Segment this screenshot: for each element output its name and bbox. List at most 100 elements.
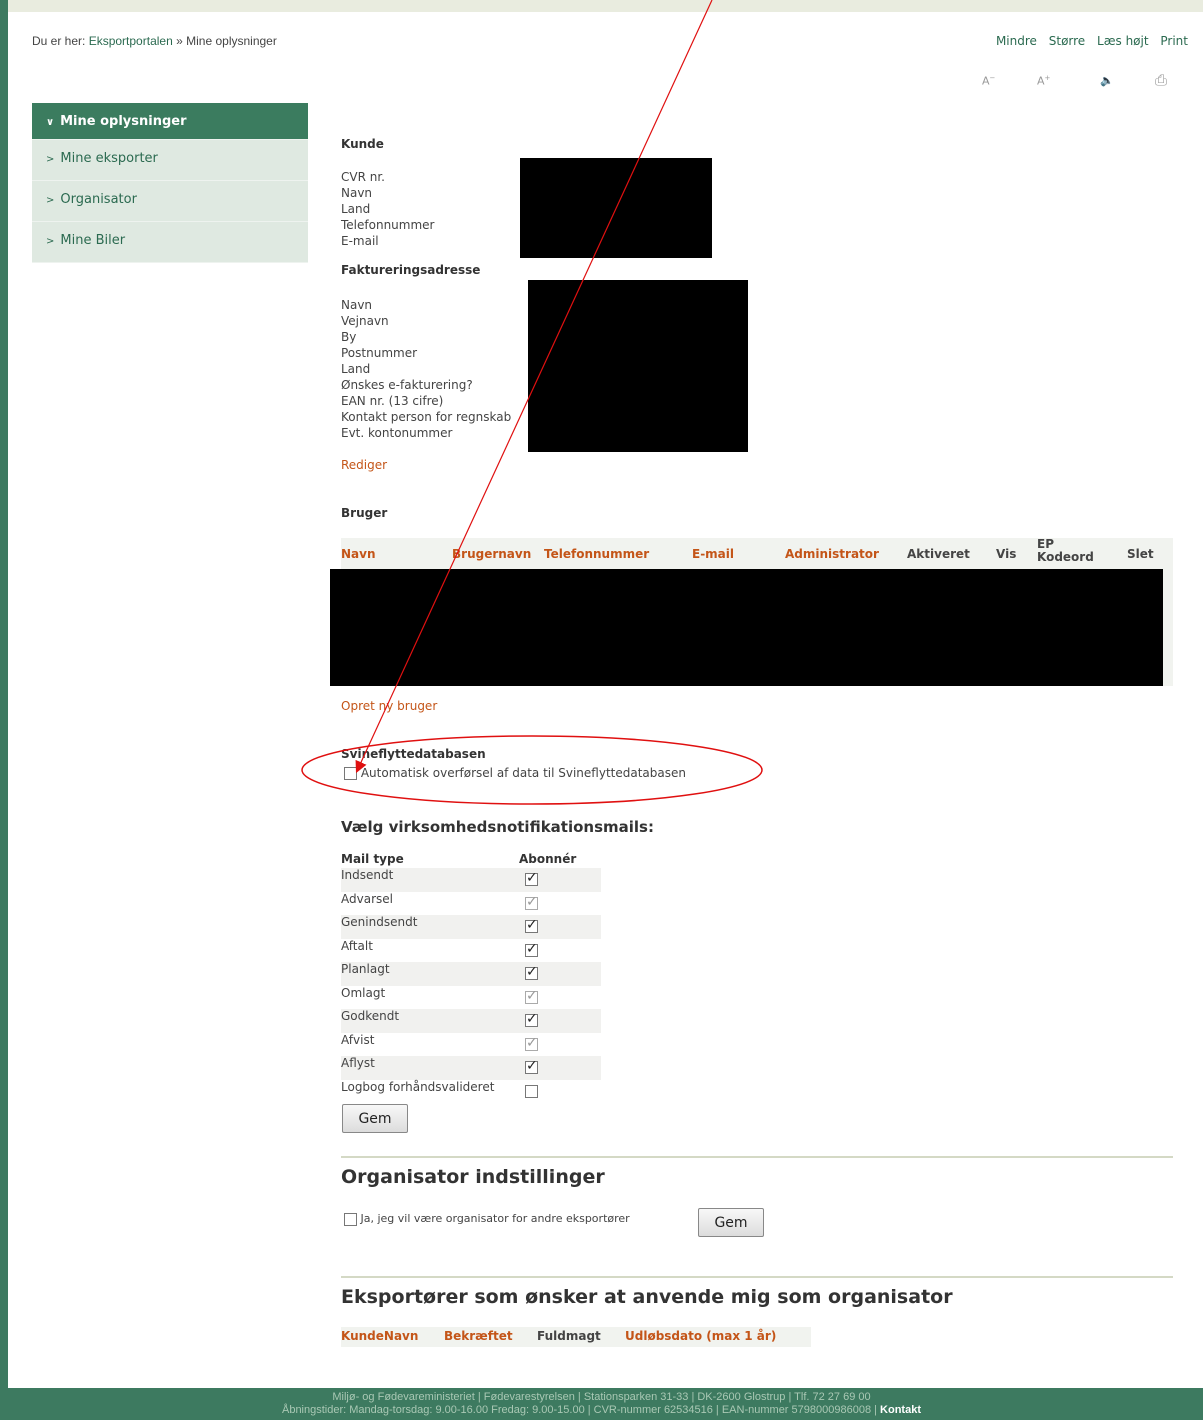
col-header-mail-type: Mail type [341, 852, 404, 866]
mail-row: Godkendt [341, 1009, 601, 1033]
col-header-ep-kodeord: EP Kodeord [1037, 538, 1094, 564]
sidebar-item-organisator[interactable]: > Organisator [32, 181, 308, 222]
sidebar-item-label: Organisator [60, 192, 137, 207]
text-larger-icon[interactable]: A+ [1037, 74, 1050, 88]
subscribe-checkbox[interactable] [525, 964, 538, 980]
col-header-aktiveret: Aktiveret [907, 547, 970, 561]
print-link[interactable]: Print [1160, 34, 1188, 48]
field-label: Land [341, 362, 371, 376]
mail-row: Afvist [341, 1033, 601, 1057]
subscribe-checkbox [525, 988, 538, 1004]
top-band [8, 0, 1203, 12]
mail-type-label: Logbog forhåndsvalideret [341, 1079, 495, 1094]
chevron-down-icon: ∨ [46, 117, 55, 128]
footer-line1: Miljø- og Fødevareministeriet | Fødevare… [332, 1391, 871, 1403]
organisator-option: Ja, jeg vil være organisator for andre e… [344, 1212, 630, 1226]
mail-type-label: Advarsel [341, 891, 393, 906]
svine-checkbox-label: Automatisk overførsel af data til Svinef… [360, 766, 686, 780]
svine-checkbox[interactable] [344, 767, 357, 780]
col-header-abonner: Abonnér [519, 852, 577, 866]
eksportorer-table-header: KundeNavn Bekræftet Fuldmagt Udløbsdato … [341, 1327, 811, 1347]
col-header-bekraeftet[interactable]: Bekræftet [444, 1329, 513, 1343]
sidebar-item-label: Mine Biler [60, 233, 126, 248]
mail-type-label: Omlagt [341, 985, 386, 1000]
mail-type-label: Aflyst [341, 1056, 375, 1070]
text-smaller-icon[interactable]: A− [982, 74, 995, 88]
svine-option: Automatisk overførsel af data til Svinef… [344, 766, 686, 780]
breadcrumb: Du er her: Eksportportalen » Mine oplysn… [32, 34, 277, 48]
sidebar-item-mine-eksporter[interactable]: > Mine eksporter [32, 140, 308, 181]
text-larger-link[interactable]: Større [1049, 34, 1085, 48]
sidebar-nav: ∨ Mine oplysninger > Mine eksporter > Organ… [32, 103, 308, 263]
mail-row: Genindsendt [341, 915, 601, 939]
rediger-link[interactable]: Rediger [341, 458, 387, 472]
mail-row: Indsendt [341, 868, 601, 892]
chevron-right-icon: > [46, 154, 55, 165]
divider [341, 1276, 1173, 1278]
accessibility-tools: Mindre Større Læs højt Print [988, 34, 1188, 48]
mail-type-label: Genindsendt [341, 915, 418, 929]
col-header-brugernavn[interactable]: Brugernavn [452, 547, 531, 561]
chevron-right-icon: > [46, 195, 55, 206]
save-organisator-button[interactable]: Gem [698, 1208, 764, 1237]
col-header-administrator[interactable]: Administrator [785, 547, 879, 561]
bruger-heading: Bruger [341, 506, 388, 520]
redacted-block [520, 158, 712, 258]
eksportorer-heading: Eksportører som ønsker at anvende mig so… [341, 1286, 953, 1308]
left-edge-bar [0, 0, 8, 1388]
breadcrumb-current: Mine oplysninger [186, 34, 277, 48]
kunde-heading: Kunde [341, 137, 384, 151]
breadcrumb-home-link[interactable]: Eksportportalen [89, 34, 173, 48]
footer-contact-link[interactable]: Kontakt [880, 1404, 921, 1416]
user-table-header: Navn Brugernavn Telefonnummer E-mail Adm… [341, 538, 1173, 570]
field-label: EAN nr. (13 cifre) [341, 394, 444, 408]
divider [341, 1156, 1173, 1158]
organisator-checkbox[interactable] [344, 1212, 357, 1226]
field-label: Postnummer [341, 346, 418, 360]
mail-row: Aftalt [341, 939, 601, 963]
col-header-navn[interactable]: Navn [341, 547, 376, 561]
field-label: Vejnavn [341, 314, 389, 328]
footer-line2: Åbningstider: Mandag-torsdag: 9.00-16.00… [0, 1404, 1203, 1417]
kunde-field-list: CVR nr. Navn Land Telefonnummer E-mail [341, 169, 434, 249]
notifications-heading: Vælg virksomhedsnotifikationsmails: [341, 818, 654, 836]
field-label: CVR nr. [341, 170, 385, 184]
faktura-field-list: Navn Vejnavn By Postnummer Land Ønskes e… [341, 297, 511, 441]
subscribe-checkbox[interactable] [525, 870, 538, 886]
text-smaller-link[interactable]: Mindre [996, 34, 1037, 48]
mail-row: Logbog forhåndsvalideret [341, 1080, 601, 1104]
create-user-link[interactable]: Opret ny bruger [341, 699, 437, 713]
read-aloud-link[interactable]: Læs højt [1097, 34, 1149, 48]
col-header-email[interactable]: E-mail [692, 547, 734, 561]
field-label: Navn [341, 298, 373, 312]
mail-table-header: Mail type Abonnér [341, 852, 601, 868]
field-label: Evt. kontonummer [341, 426, 453, 440]
subscribe-checkbox[interactable] [525, 941, 538, 957]
mail-type-label: Planlagt [341, 962, 390, 976]
faktura-heading: Faktureringsadresse [341, 263, 481, 277]
field-label: Land [341, 202, 371, 216]
sidebar-item-label: Mine eksporter [60, 151, 158, 166]
mail-row: Advarsel [341, 892, 601, 916]
col-header-telefonnummer[interactable]: Telefonnummer [544, 547, 649, 561]
field-label: Ønskes e-fakturering? [341, 378, 473, 392]
organisator-checkbox-label: Ja, jeg vil være organisator for andre e… [360, 1212, 630, 1225]
subscribe-checkbox[interactable] [525, 1084, 538, 1098]
sidebar-item-label: Mine oplysninger [60, 114, 187, 129]
save-notifications-button[interactable]: Gem [342, 1104, 408, 1133]
field-label: E-mail [341, 234, 379, 248]
col-header-kundenavn[interactable]: KundeNavn [341, 1329, 418, 1343]
sidebar-item-mine-biler[interactable]: > Mine Biler [32, 222, 308, 263]
sidebar-item-mine-oplysninger[interactable]: ∨ Mine oplysninger [32, 103, 308, 140]
chevron-right-icon: > [46, 236, 55, 247]
redacted-block [528, 280, 748, 452]
svine-heading: Svineflyttedatabasen [341, 747, 486, 761]
subscribe-checkbox[interactable] [525, 917, 538, 933]
col-header-udlobsdato[interactable]: Udløbsdato (max 1 år) [625, 1329, 776, 1343]
organisator-heading: Organisator indstillinger [341, 1166, 605, 1188]
printer-icon[interactable]: ⎙ [1155, 71, 1167, 89]
col-header-ep-line2: Kodeord [1037, 550, 1094, 564]
subscribe-checkbox[interactable] [525, 1011, 538, 1027]
subscribe-checkbox[interactable] [525, 1058, 538, 1074]
speaker-icon[interactable]: 🔈 [1100, 74, 1114, 87]
